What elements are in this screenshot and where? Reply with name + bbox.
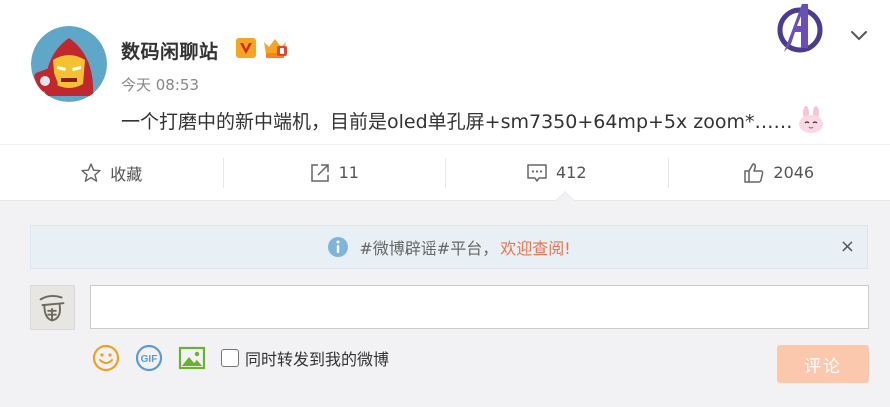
thumbs-up-icon bbox=[744, 162, 764, 183]
comment-count: 412 bbox=[555, 163, 587, 182]
gif-icon[interactable]: GIF bbox=[135, 344, 163, 372]
post-action-bar: 收藏 11 412 2046 bbox=[0, 144, 890, 200]
emoji-icon[interactable] bbox=[92, 344, 120, 372]
svg-text:GIF: GIF bbox=[141, 354, 158, 365]
chevron-down-icon[interactable] bbox=[848, 24, 870, 46]
image-icon[interactable] bbox=[178, 344, 206, 372]
user-avatar-icon bbox=[31, 286, 74, 329]
bunny-emoji-icon bbox=[798, 106, 823, 133]
author-name[interactable]: 数码闲聊站 bbox=[121, 37, 219, 64]
post-text: 一个打磨中的新中端机，目前是oled单孔屏+sm7350+64mp+5x zoo… bbox=[121, 106, 825, 134]
like-button[interactable]: 2046 bbox=[667, 145, 890, 200]
comment-panel: #微博辟谣#平台， 欢迎查阅! × GIF 同时转发到我的微博 评论 bbox=[0, 200, 890, 407]
repost-button[interactable]: 11 bbox=[222, 145, 446, 200]
notice-close-button[interactable]: × bbox=[840, 236, 855, 257]
favorite-button[interactable]: 收藏 bbox=[0, 145, 223, 200]
info-icon bbox=[328, 237, 349, 257]
repost-checkbox-row[interactable]: 同时转发到我的微博 bbox=[221, 346, 389, 370]
iron-man-avatar-icon bbox=[31, 26, 107, 102]
repost-checkbox[interactable] bbox=[221, 349, 239, 367]
vip-crown-badge-icon bbox=[264, 39, 287, 58]
favorite-label: 收藏 bbox=[110, 164, 143, 184]
current-user-avatar[interactable] bbox=[30, 285, 75, 330]
avengers-logo-icon bbox=[777, 4, 823, 53]
author-avatar[interactable] bbox=[31, 26, 107, 102]
like-count: 2046 bbox=[773, 163, 815, 182]
verified-v-badge-icon bbox=[236, 38, 256, 58]
panel-caret-inner bbox=[556, 192, 574, 201]
notice-text[interactable]: #微博辟谣#平台， bbox=[359, 235, 498, 259]
submit-comment-button[interactable]: 评论 bbox=[777, 345, 869, 383]
composer-toolbar: GIF 同时转发到我的微博 bbox=[92, 344, 389, 372]
star-icon bbox=[81, 162, 101, 182]
post-text-content: 一个打磨中的新中端机，目前是oled单孔屏+sm7350+64mp+5x zoo… bbox=[121, 111, 793, 133]
comment-input[interactable] bbox=[90, 285, 869, 329]
repost-count: 11 bbox=[338, 163, 359, 182]
rumor-notice-banner: #微博辟谣#平台， 欢迎查阅! × bbox=[30, 225, 868, 269]
share-icon bbox=[310, 163, 329, 182]
notice-link[interactable]: 欢迎查阅! bbox=[500, 235, 570, 259]
repost-label: 同时转发到我的微博 bbox=[245, 350, 390, 369]
post-time[interactable]: 今天 08:53 bbox=[121, 74, 199, 95]
comment-icon bbox=[527, 163, 547, 182]
